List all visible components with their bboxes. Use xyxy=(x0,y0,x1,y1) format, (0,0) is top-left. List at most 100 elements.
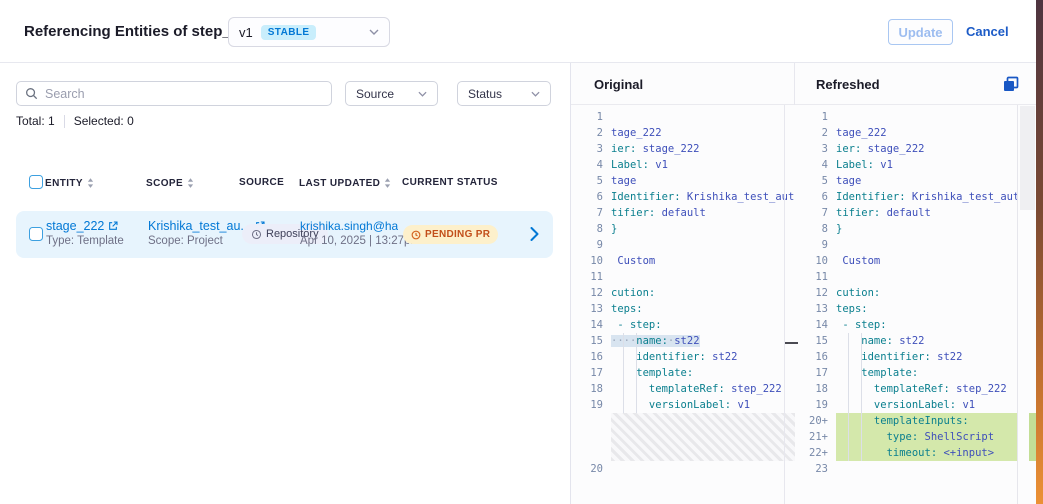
code-line: 2tage_222 xyxy=(796,125,1017,141)
column-header-source: SOURCE xyxy=(239,177,284,188)
code-line: 18 templateRef: step_222 xyxy=(796,381,1017,397)
source-filter-label: Source xyxy=(356,87,394,101)
code-line: 6Identifier: Krishika_test_aut xyxy=(571,189,795,205)
chevron-down-icon xyxy=(531,91,540,97)
cancel-button[interactable]: Cancel xyxy=(966,24,1009,39)
code-line: 15 name: st22 xyxy=(796,333,1017,349)
selected-count: Selected: 0 xyxy=(74,114,134,128)
sort-icon[interactable] xyxy=(187,177,194,189)
select-all-checkbox[interactable] xyxy=(29,175,43,189)
source-filter-select[interactable]: Source xyxy=(345,81,438,106)
chevron-right-icon[interactable] xyxy=(530,227,539,241)
drawer-header: Referencing Entities of step_222 v1 STAB… xyxy=(0,0,1036,63)
code-line: 17 template: xyxy=(571,365,795,381)
updated-at: Apr 10, 2025 | 13:27pm xyxy=(300,235,420,247)
original-code-panel[interactable]: 12tage_2223ier: stage_2224Label: v15tage… xyxy=(571,105,795,504)
code-line: 9 xyxy=(571,237,795,253)
column-header-entity[interactable]: ENTITY xyxy=(45,177,94,189)
code-line: 3ier: stage_222 xyxy=(571,141,795,157)
updated-by-link[interactable]: krishika.singh@harnes... xyxy=(300,219,398,233)
search-icon xyxy=(25,87,38,100)
code-line: 16 identifier: st22 xyxy=(796,349,1017,365)
panel-divider xyxy=(794,63,795,105)
total-count: Total: 1 xyxy=(16,114,55,128)
code-line: 4Label: v1 xyxy=(796,157,1017,173)
sort-icon[interactable] xyxy=(384,177,391,189)
clock-icon xyxy=(411,230,421,240)
page-title: Referencing Entities of step_222 xyxy=(24,23,256,40)
code-line: 7tifier: default xyxy=(571,205,795,221)
diff-placeholder-hatch xyxy=(611,413,795,461)
entity-type: Type: Template xyxy=(46,235,124,247)
version-stable-badge: STABLE xyxy=(261,25,317,40)
code-line: 1 xyxy=(571,109,795,125)
column-header-last-updated[interactable]: LAST UPDATED xyxy=(299,177,391,189)
code-line: 14 - step: xyxy=(796,317,1017,333)
version-select[interactable]: v1 STABLE xyxy=(228,17,390,47)
page-background-edge xyxy=(1036,0,1043,504)
code-line: 9 xyxy=(796,237,1017,253)
referencing-entities-drawer: Referencing Entities of step_222 v1 STAB… xyxy=(0,0,1043,504)
scope-link[interactable]: Krishika_test_au... xyxy=(148,219,251,233)
copy-icon[interactable] xyxy=(1003,76,1019,92)
update-button[interactable]: Update xyxy=(888,19,953,45)
result-counts: Total: 1 Selected: 0 xyxy=(16,114,134,128)
search-input-wrapper xyxy=(16,81,332,106)
code-line: 19 versionLabel: v1 xyxy=(571,397,795,413)
code-line: 12cution: xyxy=(796,285,1017,301)
indent-guide xyxy=(861,333,862,461)
code-line: 10 Custom xyxy=(571,253,795,269)
code-line: 5tage xyxy=(796,173,1017,189)
sort-icon[interactable] xyxy=(87,177,94,189)
code-line: 3ier: stage_222 xyxy=(796,141,1017,157)
code-line: 12cution: xyxy=(571,285,795,301)
code-line: 13teps: xyxy=(571,301,795,317)
code-line: 17 template: xyxy=(796,365,1017,381)
code-line: 6Identifier: Krishika_test_aut xyxy=(796,189,1017,205)
version-label: v1 xyxy=(239,25,253,40)
entity-cell: stage_222 Type: Template xyxy=(46,219,124,247)
code-line: 15····name:·st22 xyxy=(571,333,795,349)
code-line: 1 xyxy=(796,109,1017,125)
repository-icon xyxy=(251,229,262,240)
diff-header: Original Refreshed xyxy=(571,63,1037,105)
indent-guide xyxy=(636,333,637,413)
entity-link[interactable]: stage_222 xyxy=(46,219,104,233)
chevron-down-icon xyxy=(369,29,379,35)
indent-guide xyxy=(848,333,849,461)
code-line: 22+ timeout: <+input> xyxy=(796,445,1017,461)
column-header-scope[interactable]: SCOPE xyxy=(146,177,194,189)
table-row[interactable]: stage_222 Type: Template Krishika_test_a… xyxy=(16,211,553,258)
code-line: 7tifier: default xyxy=(796,205,1017,221)
status-filter-label: Status xyxy=(468,87,502,101)
code-line: 23 xyxy=(796,461,1017,477)
code-line: 16 identifier: st22 xyxy=(571,349,795,365)
code-line: 8} xyxy=(796,221,1017,237)
status-badge-label: PENDING PR xyxy=(425,229,490,240)
status-badge: PENDING PR xyxy=(403,225,498,244)
code-line: 2tage_222 xyxy=(571,125,795,141)
code-line: 8} xyxy=(571,221,795,237)
external-link-icon[interactable] xyxy=(108,221,118,231)
entities-table-header: ENTITY SCOPE SOURCE LAST UPDATED CURRENT… xyxy=(0,176,570,192)
code-line: 19 versionLabel: v1 xyxy=(796,397,1017,413)
search-input[interactable] xyxy=(45,87,323,101)
code-line: 11 xyxy=(796,269,1017,285)
scrollbar-track[interactable] xyxy=(1017,105,1018,504)
last-updated-cell: krishika.singh@harnes... Apr 10, 2025 | … xyxy=(300,219,420,247)
original-panel-title: Original xyxy=(594,77,643,92)
row-checkbox[interactable] xyxy=(29,227,43,241)
scrollbar-thumb[interactable] xyxy=(1020,106,1035,210)
indent-guide xyxy=(623,333,624,413)
code-line: 14 - step: xyxy=(571,317,795,333)
code-line: 4Label: v1 xyxy=(571,157,795,173)
chevron-down-icon xyxy=(418,91,427,97)
code-line: 20 xyxy=(571,461,795,477)
status-filter-select[interactable]: Status xyxy=(457,81,551,106)
refreshed-code-panel[interactable]: 12tage_2223ier: stage_2224Label: v15tage… xyxy=(796,105,1017,504)
original-panel-edge xyxy=(784,105,785,504)
code-line: 20+ templateInputs: xyxy=(796,413,1017,429)
code-line: 10 Custom xyxy=(796,253,1017,269)
column-header-current-status: CURRENT STATUS xyxy=(402,177,498,188)
code-line: 11 xyxy=(571,269,795,285)
